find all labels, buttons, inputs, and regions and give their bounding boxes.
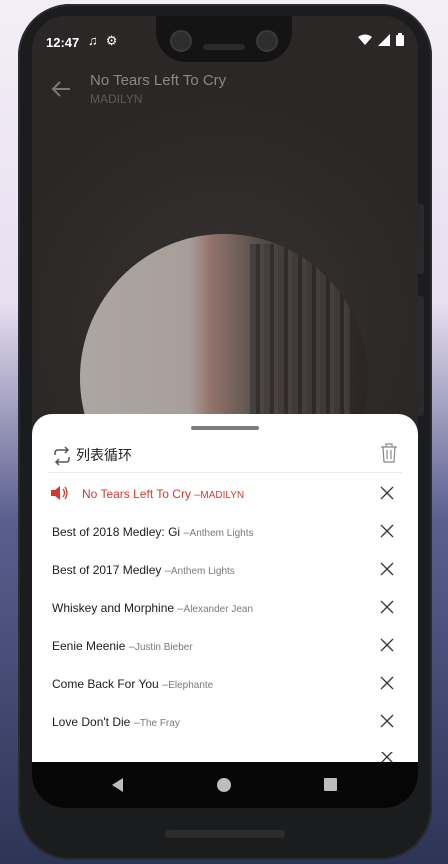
queue-item-artist: MADILYN bbox=[200, 490, 245, 501]
front-camera bbox=[170, 30, 192, 52]
status-bar: 12:47 ♫ ⚙ bbox=[32, 16, 418, 66]
front-sensor bbox=[256, 30, 278, 52]
player-song-title: No Tears Left To Cry bbox=[90, 72, 227, 89]
earpiece bbox=[203, 44, 245, 50]
divider bbox=[48, 472, 402, 473]
close-icon[interactable] bbox=[380, 714, 394, 728]
nav-recent-apps-icon[interactable] bbox=[324, 778, 337, 791]
queue-item-title: No Tears Left To Cry –MADILYN bbox=[82, 487, 245, 501]
nav-back-icon[interactable] bbox=[110, 777, 126, 793]
speaker-icon bbox=[51, 486, 68, 500]
drag-handle[interactable] bbox=[191, 426, 259, 430]
queue-item-artist: Alexander Jean bbox=[183, 604, 254, 615]
queue-item[interactable]: Best of 2018 Medley: Gi –Anthem Lights bbox=[32, 512, 418, 550]
queue-item[interactable]: Best of 2017 Medley –Anthem Lights bbox=[32, 550, 418, 588]
close-icon[interactable] bbox=[380, 752, 394, 762]
player-song-artist: MADILYN bbox=[90, 92, 143, 106]
music-note-icon: ♫ bbox=[88, 33, 98, 48]
signal-icon bbox=[378, 33, 390, 46]
queue-item-title: Best of 2018 Medley: Gi –Anthem Lights bbox=[52, 525, 254, 539]
phone-screen: 12:47 ♫ ⚙ No Tears Left To Cry MADILYN 列… bbox=[32, 16, 418, 808]
queue-item[interactable]: No Tears Left To Cry –MADILYN bbox=[32, 474, 418, 512]
queue-item-artist: Justin Bieber bbox=[134, 642, 193, 653]
queue-item[interactable]: Eenie Meenie –Justin Bieber bbox=[32, 626, 418, 664]
trash-icon[interactable] bbox=[380, 443, 398, 463]
queue-list: No Tears Left To Cry –MADILYN Best of 20… bbox=[32, 474, 418, 740]
queue-item-partial bbox=[32, 752, 418, 762]
queue-item-title: Come Back For You –Elephante bbox=[52, 677, 214, 691]
battery-icon bbox=[396, 33, 404, 46]
close-icon[interactable] bbox=[380, 600, 394, 614]
camera-notch bbox=[156, 16, 292, 62]
nav-home-icon[interactable] bbox=[217, 778, 231, 792]
status-time: 12:47 bbox=[46, 35, 80, 50]
queue-item[interactable]: Love Don't Die –The Fray bbox=[32, 702, 418, 740]
wifi-icon bbox=[358, 34, 372, 45]
gear-icon: ⚙ bbox=[105, 33, 118, 48]
queue-item-title: Love Don't Die –The Fray bbox=[52, 715, 180, 729]
queue-item[interactable]: Come Back For You –Elephante bbox=[32, 664, 418, 702]
close-icon[interactable] bbox=[380, 562, 394, 576]
queue-item-artist: The Fray bbox=[139, 718, 180, 729]
phone-speaker bbox=[165, 830, 285, 838]
player-header: No Tears Left To Cry MADILYN bbox=[32, 66, 418, 122]
queue-item-title: Eenie Meenie –Justin Bieber bbox=[52, 639, 193, 653]
queue-item-artist: Anthem Lights bbox=[170, 566, 235, 577]
arrow-left-icon[interactable] bbox=[50, 78, 72, 100]
queue-item[interactable]: Whiskey and Morphine –Alexander Jean bbox=[32, 588, 418, 626]
queue-item-title: Whiskey and Morphine –Alexander Jean bbox=[52, 601, 254, 615]
repeat-mode-label[interactable]: 列表循环 bbox=[76, 445, 132, 465]
close-icon[interactable] bbox=[380, 676, 394, 690]
close-icon[interactable] bbox=[380, 638, 394, 652]
playlist-header: 列表循环 bbox=[32, 440, 418, 472]
repeat-icon[interactable] bbox=[52, 446, 72, 466]
queue-item-title: Best of 2017 Medley –Anthem Lights bbox=[52, 563, 235, 577]
android-nav-bar bbox=[32, 762, 418, 808]
queue-item-artist: Anthem Lights bbox=[189, 528, 254, 539]
queue-item-artist: Elephante bbox=[168, 680, 214, 691]
close-icon[interactable] bbox=[380, 524, 394, 538]
playlist-sheet: 列表循环 No Tears Left To Cry –MADILYN Best … bbox=[32, 414, 418, 774]
close-icon[interactable] bbox=[380, 486, 394, 500]
